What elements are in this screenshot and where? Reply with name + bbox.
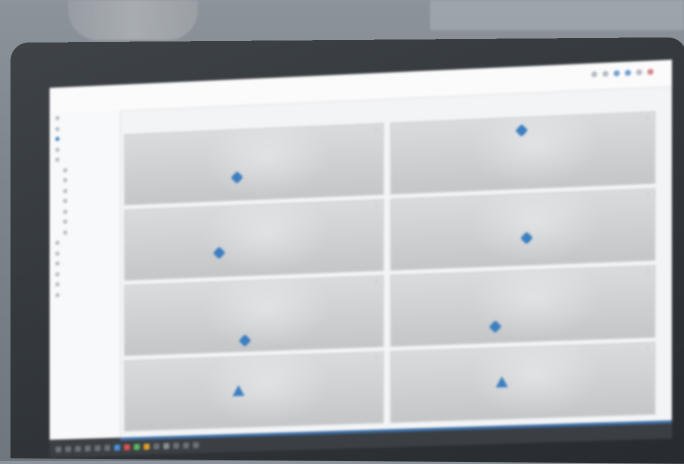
tile-map (201, 202, 332, 277)
sidebar-item-icon (55, 157, 60, 163)
taskbar-icons (55, 442, 199, 453)
tile-menu-icon[interactable]: ⋮ (645, 115, 650, 121)
tile-map (201, 126, 332, 202)
sidebar-item-icon (63, 219, 68, 225)
taskbar-app-icon[interactable] (114, 444, 121, 451)
taskbar-app-icon[interactable] (75, 445, 81, 452)
sidebar-item-icon (55, 137, 60, 142)
sidebar-item-icon (55, 240, 60, 246)
sidebar-item-icon (63, 167, 68, 173)
sidebar-item-icon (55, 251, 60, 256)
sidebar-item[interactable] (50, 287, 121, 300)
sidebar-item-icon (63, 230, 68, 235)
notification-icon[interactable] (624, 69, 631, 76)
topbar-icons (591, 68, 654, 78)
laptop-screen: ⋮ ⋮ ⋮ ⋮ ⋮ ⋮ ⋮ ⋮ (49, 59, 672, 458)
device-tile[interactable]: ⋮ (390, 111, 656, 195)
taskbar-app-icon[interactable] (153, 443, 160, 450)
sidebar-item-icon (63, 188, 68, 193)
tile-menu-icon[interactable]: ⋮ (374, 127, 379, 133)
sidebar-item-icon (55, 282, 60, 287)
taskbar-app-icon[interactable] (143, 443, 150, 450)
sidebar-item-icon (55, 126, 60, 131)
device-tile[interactable]: ⋮ (124, 198, 385, 281)
tile-menu-icon[interactable]: ⋮ (374, 279, 379, 285)
sidebar-item-icon (55, 116, 60, 121)
device-grid: ⋮ ⋮ ⋮ ⋮ ⋮ ⋮ ⋮ ⋮ (122, 105, 666, 438)
tile-menu-icon[interactable]: ⋮ (374, 203, 379, 209)
device-tile[interactable]: ⋮ (124, 351, 385, 432)
location-marker-icon (495, 376, 508, 388)
tile-menu-icon[interactable]: ⋮ (645, 346, 650, 352)
device-tile[interactable]: ⋮ (124, 122, 385, 206)
taskbar-app-icon[interactable] (133, 443, 140, 451)
tile-menu-icon[interactable]: ⋮ (645, 269, 650, 275)
device-tile[interactable]: ⋮ (124, 275, 385, 357)
help-icon[interactable] (647, 68, 654, 75)
taskbar-app-icon[interactable] (55, 446, 62, 453)
sidebar-item-icon (63, 209, 68, 214)
sidebar-item-icon (55, 147, 60, 152)
tile-map (469, 344, 602, 420)
sidebar-item-icon (55, 261, 60, 266)
search-icon[interactable] (591, 71, 598, 78)
sidebar-item-icon (55, 292, 60, 297)
device-tile[interactable]: ⋮ (390, 341, 656, 424)
background-person (68, 0, 198, 40)
location-marker-icon (232, 384, 245, 397)
taskbar-app-icon[interactable] (192, 442, 199, 449)
sidebar (49, 110, 122, 440)
background-window (430, 0, 684, 30)
tile-map (201, 278, 332, 353)
tile-menu-icon[interactable]: ⋮ (645, 192, 650, 198)
device-tile[interactable]: ⋮ (390, 187, 656, 271)
device-tile[interactable]: ⋮ (390, 264, 656, 347)
sidebar-item-icon (63, 199, 68, 204)
tile-menu-icon[interactable]: ⋮ (374, 355, 379, 361)
taskbar-app-icon[interactable] (163, 442, 170, 450)
taskbar-app-icon[interactable] (104, 444, 111, 451)
tile-map (469, 114, 602, 191)
sidebar-item-icon (55, 272, 60, 277)
sidebar-item-icon (63, 178, 68, 183)
taskbar-app-icon[interactable] (183, 442, 190, 449)
taskbar-app-icon[interactable] (65, 446, 72, 453)
settings-icon[interactable] (613, 70, 620, 77)
taskbar-app-icon[interactable] (124, 444, 130, 451)
grid-icon[interactable] (636, 69, 643, 76)
tile-map (469, 191, 602, 267)
taskbar-app-icon[interactable] (173, 442, 180, 449)
user-icon[interactable] (602, 70, 609, 77)
taskbar-app-icon[interactable] (84, 445, 91, 452)
tile-map (469, 267, 602, 344)
tile-map (201, 353, 332, 429)
laptop: ⋮ ⋮ ⋮ ⋮ ⋮ ⋮ ⋮ ⋮ (10, 37, 684, 464)
taskbar-app-icon[interactable] (94, 445, 101, 452)
